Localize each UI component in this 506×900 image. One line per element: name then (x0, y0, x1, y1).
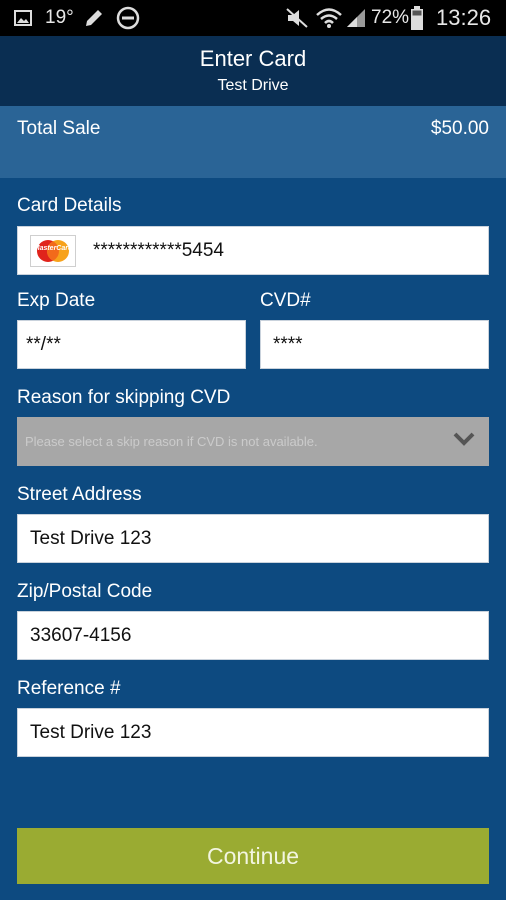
cvd-value: **** (273, 333, 303, 355)
zip-code-value: 33607-4156 (30, 624, 132, 646)
street-address-value: Test Drive 123 (30, 527, 152, 549)
total-sale-bar: Total Sale $50.00 (0, 106, 506, 178)
cvd-field[interactable]: **** (260, 320, 489, 369)
total-sale-amount: $50.00 (430, 118, 489, 139)
page-subtitle: Test Drive (217, 77, 289, 94)
mute-icon (285, 0, 309, 36)
total-sale-label: Total Sale (17, 118, 101, 139)
temperature: 19° (45, 7, 74, 28)
card-number-field[interactable]: MasterCard ************5454 (17, 226, 489, 275)
skip-reason-label: Reason for skipping CVD (17, 387, 231, 408)
wifi-icon (316, 0, 342, 36)
card-details-label: Card Details (17, 195, 122, 216)
exp-date-field[interactable]: **/** (17, 320, 246, 369)
card-number-value: ************5454 (93, 239, 224, 261)
exp-date-value: **/** (26, 333, 61, 355)
signal-icon (345, 0, 367, 36)
zip-code-label: Zip/Postal Code (17, 581, 153, 602)
battery-icon (410, 0, 424, 36)
card-brand-text: MasterCard (33, 244, 73, 252)
street-address-label: Street Address (17, 484, 142, 505)
do-not-disturb-icon (116, 0, 140, 36)
continue-button[interactable]: Continue (17, 828, 489, 884)
skip-reason-placeholder: Please select a skip reason if CVD is no… (25, 434, 318, 449)
reference-label: Reference # (17, 678, 121, 699)
skip-reason-select[interactable]: Please select a skip reason if CVD is no… (17, 417, 489, 466)
reference-value: Test Drive 123 (30, 721, 152, 743)
reference-field[interactable]: Test Drive 123 (17, 708, 489, 757)
clock: 13:26 (436, 5, 492, 30)
street-address-field[interactable]: Test Drive 123 (17, 514, 489, 563)
status-bar: 19° 72% 13:26 (0, 0, 506, 36)
battery-percent: 72% (371, 7, 410, 28)
mastercard-icon: MasterCard (30, 234, 76, 267)
page-title: Enter Card (199, 46, 307, 71)
pencil-icon (83, 0, 105, 36)
title-bar: Enter Card Test Drive (0, 36, 506, 106)
exp-date-label: Exp Date (17, 290, 96, 311)
zip-code-field[interactable]: 33607-4156 (17, 611, 489, 660)
cvd-label: CVD# (260, 290, 311, 311)
image-icon (14, 0, 32, 36)
chevron-down-icon (453, 431, 475, 452)
